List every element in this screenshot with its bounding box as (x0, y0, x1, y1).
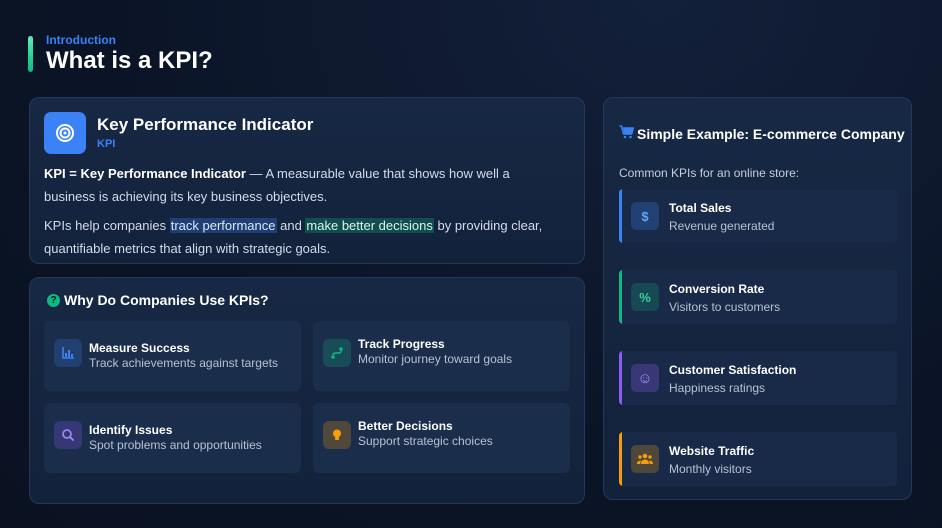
kpi-card-subtitle: KPI (97, 138, 116, 150)
reason-title: Better Decisions (358, 419, 453, 433)
reason-identify-issues: Identify Issues Spot problems and opport… (44, 403, 301, 473)
target-icon (44, 112, 86, 154)
metric-title: Website Traffic (669, 444, 755, 458)
reason-desc: Support strategic choices (358, 434, 493, 448)
question-icon: ? (47, 293, 60, 307)
reason-track-progress: Track Progress Monitor journey toward go… (313, 321, 570, 391)
lightbulb-icon (323, 421, 351, 449)
reason-measure-success: Measure Success Track achievements again… (44, 321, 301, 391)
metric-desc: Monthly visitors (669, 462, 752, 476)
reason-desc: Spot problems and opportunities (89, 438, 262, 452)
page-title: What is a KPI? (46, 47, 213, 74)
why-kpis-card: ? Why Do Companies Use KPIs? Measure Suc… (29, 277, 585, 504)
kpi-help-text: KPIs help companies track performance an… (44, 214, 569, 260)
section-eyebrow: Introduction (46, 33, 116, 47)
route-icon (323, 339, 351, 367)
kpi-help-mid: and (276, 218, 306, 233)
reason-better-decisions: Better Decisions Support strategic choic… (313, 403, 570, 473)
metric-desc: Revenue generated (669, 219, 775, 233)
bar-chart-icon (54, 339, 82, 367)
reason-desc: Monitor journey toward goals (358, 352, 513, 366)
percent-icon: % (631, 283, 659, 311)
metric-customer-satisfaction: ☺ Customer Satisfaction Happiness rating… (619, 351, 897, 405)
kpi-definition-card: Key Performance Indicator KPI KPI = Key … (29, 97, 585, 264)
ecommerce-example-card: Simple Example: E-commerce Company Commo… (603, 97, 912, 500)
example-card-title: Simple Example: E-commerce Company (619, 125, 905, 142)
reason-title: Track Progress (358, 337, 445, 351)
metric-accent-bar (619, 270, 622, 324)
dollar-icon: $ (631, 202, 659, 230)
why-card-title: ? Why Do Companies Use KPIs? (47, 292, 269, 308)
metric-accent-bar (619, 432, 622, 486)
title-accent-bar (28, 36, 33, 72)
kpi-definition-term: KPI = Key Performance Indicator (44, 166, 246, 181)
search-icon (54, 421, 82, 449)
slide: Introduction What is a KPI? Key Performa… (0, 0, 942, 528)
highlight-better-decisions: make better decisions (305, 218, 434, 233)
smile-icon: ☺ (631, 364, 659, 392)
metric-website-traffic: Website Traffic Monthly visitors (619, 432, 897, 486)
metric-desc: Visitors to customers (669, 300, 781, 314)
metric-total-sales: $ Total Sales Revenue generated (619, 189, 897, 243)
reason-title: Measure Success (89, 341, 190, 355)
metric-title: Total Sales (669, 201, 732, 215)
highlight-track-performance: track performance (169, 218, 277, 233)
example-intro: Common KPIs for an online store: (619, 166, 800, 180)
shopping-cart-icon (619, 125, 635, 142)
metric-accent-bar (619, 189, 622, 243)
kpi-card-title: Key Performance Indicator (97, 115, 314, 134)
metric-conversion-rate: % Conversion Rate Visitors to customers (619, 270, 897, 324)
kpi-definition: KPI = Key Performance Indicator — A meas… (44, 162, 564, 208)
reason-desc: Track achievements against targets (89, 356, 278, 370)
why-card-title-text: Why Do Companies Use KPIs? (64, 292, 269, 308)
example-card-title-text: Simple Example: E-commerce Company (637, 125, 905, 142)
metric-title: Customer Satisfaction (669, 363, 797, 377)
reason-title: Identify Issues (89, 423, 173, 437)
metric-desc: Happiness ratings (669, 381, 766, 395)
users-icon (631, 445, 659, 473)
metric-title: Conversion Rate (669, 282, 765, 296)
kpi-help-pre: KPIs help companies (44, 218, 170, 233)
metric-accent-bar (619, 351, 622, 405)
